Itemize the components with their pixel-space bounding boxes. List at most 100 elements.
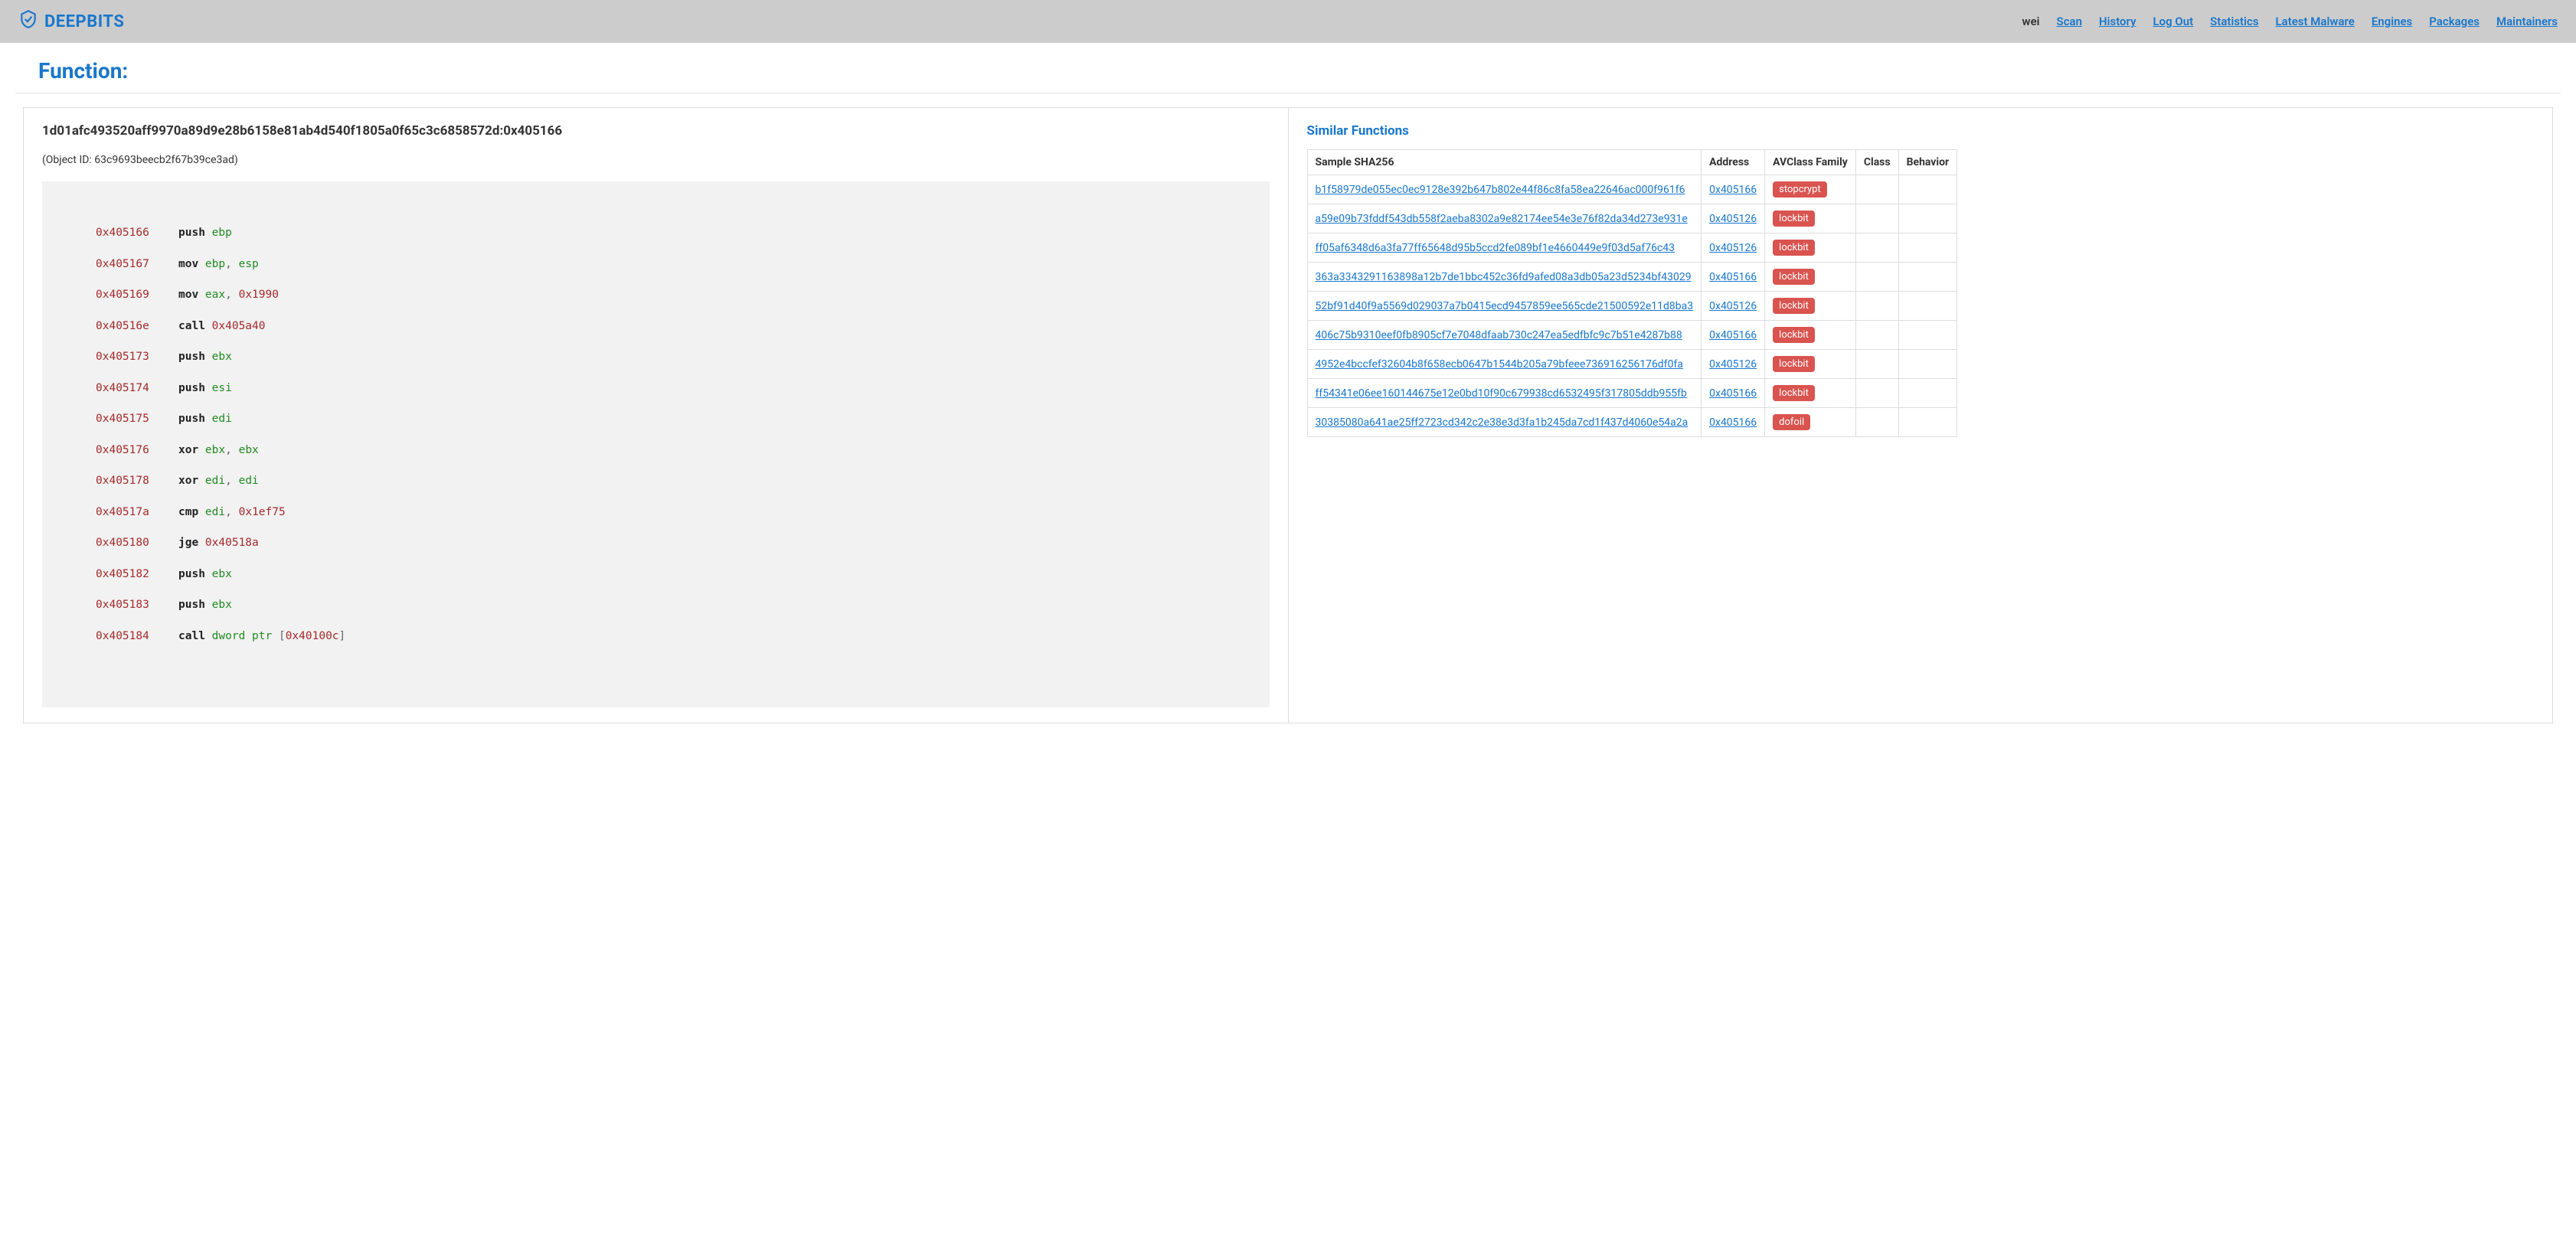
asm-address: 0x405180 bbox=[96, 537, 165, 549]
asm-row: 0x405174 push esi bbox=[96, 383, 1216, 394]
asm-address: 0x405174 bbox=[96, 383, 165, 394]
asm-instruction: push edi bbox=[178, 413, 232, 425]
brand-logo[interactable]: DEEPBITS bbox=[18, 9, 124, 34]
nav-engines[interactable]: Engines bbox=[2372, 15, 2412, 28]
sample-sha-link[interactable]: 52bf91d40f9a5569d029037a7b0415ecd9457859… bbox=[1316, 300, 1694, 312]
asm-instruction: mov eax, 0x1990 bbox=[178, 289, 279, 301]
nav-packages[interactable]: Packages bbox=[2429, 15, 2480, 28]
asm-instruction: call dword ptr [0x40100c] bbox=[178, 631, 345, 642]
function-hash: 1d01afc493520aff9970a89d9e28b6158e81ab4d… bbox=[42, 123, 1270, 139]
table-header: Sample SHA256 bbox=[1307, 150, 1702, 175]
asm-row: 0x405169mov eax, 0x1990 bbox=[96, 289, 1216, 301]
sample-sha-link[interactable]: 4952e4bccfef32604b8f658ecb0647b1544b205a… bbox=[1316, 358, 1683, 371]
sample-sha-link[interactable]: a59e09b73fddf543db558f2aeba8302a9e82174e… bbox=[1316, 213, 1688, 225]
sample-sha-link[interactable]: 406c75b9310eef0fb8905cf7e7048dfaab730c24… bbox=[1316, 329, 1682, 341]
asm-address: 0x405167 bbox=[96, 259, 165, 270]
address-link[interactable]: 0x405166 bbox=[1709, 184, 1757, 196]
address-link[interactable]: 0x405166 bbox=[1709, 416, 1757, 429]
avclass-family-badge: stopcrypt bbox=[1773, 181, 1827, 198]
asm-instruction: mov ebp, esp bbox=[178, 259, 259, 270]
avclass-family-badge: dofoil bbox=[1773, 414, 1810, 430]
address-link[interactable]: 0x405126 bbox=[1709, 213, 1757, 225]
nav-latest-malware[interactable]: Latest Malware bbox=[2276, 15, 2355, 28]
address-link[interactable]: 0x405166 bbox=[1709, 271, 1757, 283]
similar-functions-table: Sample SHA256AddressAVClass FamilyClassB… bbox=[1307, 149, 1958, 437]
nav-statistics[interactable]: Statistics bbox=[2210, 15, 2258, 28]
nav-logout[interactable]: Log Out bbox=[2153, 15, 2194, 28]
nav-scan[interactable]: Scan bbox=[2057, 15, 2082, 28]
asm-row: 0x405173 push ebx bbox=[96, 351, 1216, 363]
avclass-family-badge: lockbit bbox=[1773, 298, 1815, 314]
asm-instruction: cmp edi, 0x1ef75 bbox=[178, 507, 286, 518]
class-cell bbox=[1855, 263, 1898, 292]
class-cell bbox=[1855, 350, 1898, 379]
class-cell bbox=[1855, 175, 1898, 204]
address-link[interactable]: 0x405126 bbox=[1709, 300, 1757, 312]
address-link[interactable]: 0x405166 bbox=[1709, 329, 1757, 341]
similar-panel: Similar Functions Sample SHA256AddressAV… bbox=[1288, 107, 2554, 723]
nav-maintainers[interactable]: Maintainers bbox=[2496, 15, 2558, 28]
behavior-cell bbox=[1898, 408, 1957, 437]
asm-row: 0x405180jge 0x40518a bbox=[96, 537, 1216, 549]
asm-address: 0x405183 bbox=[96, 599, 165, 611]
asm-address: 0x405173 bbox=[96, 351, 165, 363]
behavior-cell bbox=[1898, 204, 1957, 233]
shield-icon bbox=[18, 9, 38, 34]
behavior-cell bbox=[1898, 233, 1957, 263]
sample-sha-link[interactable]: b1f58979de055ec0ec9128e392b647b802e44f86… bbox=[1316, 184, 1685, 196]
behavior-cell bbox=[1898, 379, 1957, 408]
asm-address: 0x405182 bbox=[96, 569, 165, 580]
table-row: 4952e4bccfef32604b8f658ecb0647b1544b205a… bbox=[1307, 350, 1957, 379]
behavior-cell bbox=[1898, 350, 1957, 379]
table-row: a59e09b73fddf543db558f2aeba8302a9e82174e… bbox=[1307, 204, 1957, 233]
asm-row: 0x405175push edi bbox=[96, 413, 1216, 425]
asm-row: 0x405178xor edi, edi bbox=[96, 475, 1216, 487]
asm-row: 0x405184call dword ptr [0x40100c] bbox=[96, 631, 1216, 642]
behavior-cell bbox=[1898, 292, 1957, 321]
brand-text: DEEPBITS bbox=[44, 12, 124, 31]
top-nav: wei Scan History Log Out Statistics Late… bbox=[2022, 15, 2558, 28]
asm-instruction: push ebx bbox=[178, 569, 232, 580]
top-header: DEEPBITS wei Scan History Log Out Statis… bbox=[0, 0, 2576, 43]
table-row: 363a3343291163898a12b7de1bbc452c36fd9afe… bbox=[1307, 263, 1957, 292]
avclass-family-badge: lockbit bbox=[1773, 327, 1815, 343]
avclass-family-badge: lockbit bbox=[1773, 269, 1815, 285]
asm-instruction: xor ebx, ebx bbox=[178, 445, 259, 456]
asm-row: 0x405176 xor ebx, ebx bbox=[96, 445, 1216, 456]
sample-sha-link[interactable]: 30385080a641ae25ff2723cd342c2e38e3d3fa1b… bbox=[1316, 416, 1688, 429]
table-row: b1f58979de055ec0ec9128e392b647b802e44f86… bbox=[1307, 175, 1957, 204]
table-row: ff54341e06ee160144675e12e0bd10f90c679938… bbox=[1307, 379, 1957, 408]
current-user: wei bbox=[2022, 15, 2040, 28]
address-link[interactable]: 0x405126 bbox=[1709, 242, 1757, 254]
function-panel: 1d01afc493520aff9970a89d9e28b6158e81ab4d… bbox=[23, 107, 1288, 723]
address-link[interactable]: 0x405166 bbox=[1709, 387, 1757, 400]
similar-functions-title: Similar Functions bbox=[1307, 123, 2535, 139]
asm-row: 0x405166push ebp bbox=[96, 227, 1216, 239]
asm-instruction: push ebx bbox=[178, 351, 232, 363]
behavior-cell bbox=[1898, 263, 1957, 292]
sample-sha-link[interactable]: ff54341e06ee160144675e12e0bd10f90c679938… bbox=[1316, 387, 1687, 400]
main-content: 1d01afc493520aff9970a89d9e28b6158e81ab4d… bbox=[0, 93, 2576, 737]
asm-row: 0x405167 mov ebp, esp bbox=[96, 259, 1216, 270]
asm-instruction: xor edi, edi bbox=[178, 475, 259, 487]
asm-row: 0x405183push ebx bbox=[96, 599, 1216, 611]
class-cell bbox=[1855, 233, 1898, 263]
nav-history[interactable]: History bbox=[2099, 15, 2136, 28]
table-header: Class bbox=[1855, 150, 1898, 175]
class-cell bbox=[1855, 408, 1898, 437]
asm-instruction: push ebp bbox=[178, 227, 232, 239]
class-cell bbox=[1855, 204, 1898, 233]
sample-sha-link[interactable]: ff05af6348d6a3fa77ff65648d95b5ccd2fe089b… bbox=[1316, 242, 1675, 254]
class-cell bbox=[1855, 379, 1898, 408]
asm-instruction: push esi bbox=[178, 383, 232, 394]
asm-address: 0x40516e bbox=[96, 321, 165, 332]
avclass-family-badge: lockbit bbox=[1773, 385, 1815, 401]
asm-address: 0x405176 bbox=[96, 445, 165, 456]
asm-instruction: call 0x405a40 bbox=[178, 321, 266, 332]
sample-sha-link[interactable]: 363a3343291163898a12b7de1bbc452c36fd9afe… bbox=[1316, 271, 1692, 283]
address-link[interactable]: 0x405126 bbox=[1709, 358, 1757, 371]
class-cell bbox=[1855, 321, 1898, 350]
behavior-cell bbox=[1898, 175, 1957, 204]
table-row: 30385080a641ae25ff2723cd342c2e38e3d3fa1b… bbox=[1307, 408, 1957, 437]
avclass-family-badge: lockbit bbox=[1773, 240, 1815, 256]
